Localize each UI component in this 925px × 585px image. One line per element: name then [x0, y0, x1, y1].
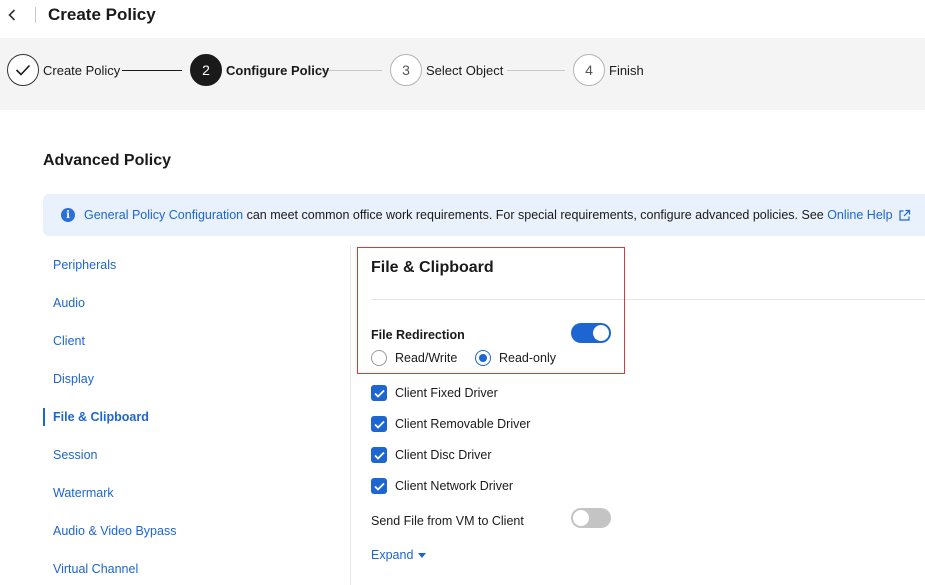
- online-help-link[interactable]: Online Help: [827, 208, 892, 222]
- nav-item-session[interactable]: Session: [53, 448, 97, 462]
- info-icon: i: [61, 208, 75, 222]
- step-connector: [322, 70, 382, 71]
- file-redirection-toggle[interactable]: [571, 323, 611, 343]
- expand-label: Expand: [371, 548, 414, 562]
- header-divider: [35, 7, 36, 23]
- nav-item-audio[interactable]: Audio: [53, 296, 85, 310]
- step-connector: [507, 70, 565, 71]
- chevron-left-icon: [8, 9, 16, 21]
- external-link-icon[interactable]: [898, 209, 911, 222]
- caret-down-icon: [418, 552, 427, 558]
- client-network-driver-label: Client Network Driver: [395, 479, 514, 493]
- wizard-steps: Create Policy 2 Configure Policy 3 Selec…: [0, 38, 925, 110]
- radio-read-only-label: Read-only: [499, 351, 556, 365]
- step-number: 3: [390, 54, 422, 86]
- nav-item-display[interactable]: Display: [53, 372, 94, 386]
- step-select-object: 3 Select Object: [390, 54, 503, 86]
- checkmark-icon: [373, 389, 385, 398]
- client-removable-driver-label: Client Removable Driver: [395, 417, 531, 431]
- content-divider-line: [371, 299, 925, 300]
- step-number: 2: [190, 54, 222, 86]
- checkmark-icon: [373, 482, 385, 491]
- step-label: Create Policy: [43, 62, 121, 78]
- step-label: Finish: [609, 62, 644, 78]
- nav-active-indicator: [43, 408, 45, 426]
- radio-read-only[interactable]: [475, 350, 491, 366]
- nav-item-peripherals[interactable]: Peripherals: [53, 258, 116, 272]
- header: Create Policy: [0, 0, 925, 30]
- step-finish: 4 Finish: [573, 54, 644, 86]
- banner-text: can meet common office work requirements…: [243, 208, 828, 222]
- step-label: Configure Policy: [226, 62, 330, 78]
- checkmark-icon: [373, 451, 385, 460]
- nav-item-client[interactable]: Client: [53, 334, 85, 348]
- section-title: Advanced Policy: [43, 152, 172, 169]
- info-banner: i General Policy Configuration can meet …: [43, 194, 925, 236]
- page-title: Create Policy: [48, 5, 156, 24]
- radio-read-write[interactable]: [371, 350, 387, 366]
- client-fixed-driver-label: Client Fixed Driver: [395, 386, 498, 400]
- nav-item-watermark[interactable]: Watermark: [53, 486, 114, 500]
- general-policy-link[interactable]: General Policy Configuration: [84, 208, 243, 222]
- checkbox-client-disc-driver[interactable]: [371, 447, 387, 463]
- step-number: 4: [573, 54, 605, 86]
- back-button[interactable]: [4, 6, 20, 24]
- nav-item-virtual-channel[interactable]: Virtual Channel: [53, 562, 138, 576]
- nav-item-file-clipboard[interactable]: File & Clipboard: [53, 410, 149, 424]
- client-disc-driver-label: Client Disc Driver: [395, 448, 492, 462]
- checkmark-icon: [373, 420, 385, 429]
- expand-link[interactable]: Expand: [371, 548, 427, 562]
- send-file-label: Send File from VM to Client: [371, 514, 524, 528]
- checkbox-client-network-driver[interactable]: [371, 478, 387, 494]
- toggle-knob: [593, 325, 609, 341]
- send-file-toggle[interactable]: [571, 508, 611, 528]
- step-configure-policy: 2 Configure Policy: [190, 54, 329, 86]
- step-label: Select Object: [426, 62, 504, 78]
- step-done-circle: [7, 54, 39, 86]
- step-connector: [122, 70, 182, 71]
- checkmark-icon: [15, 64, 31, 76]
- file-redirection-label: File Redirection: [371, 328, 465, 342]
- main-panel: Advanced Policy i General Policy Configu…: [0, 110, 925, 585]
- toggle-knob: [573, 510, 589, 526]
- checkbox-client-removable-driver[interactable]: [371, 416, 387, 432]
- radio-read-write-label: Read/Write: [395, 351, 458, 365]
- step-create-policy: Create Policy: [7, 54, 120, 86]
- nav-item-audio-video-bypass[interactable]: Audio & Video Bypass: [53, 524, 176, 538]
- checkbox-client-fixed-driver[interactable]: [371, 385, 387, 401]
- content-title: File & Clipboard: [371, 259, 494, 276]
- content-divider: [350, 246, 351, 585]
